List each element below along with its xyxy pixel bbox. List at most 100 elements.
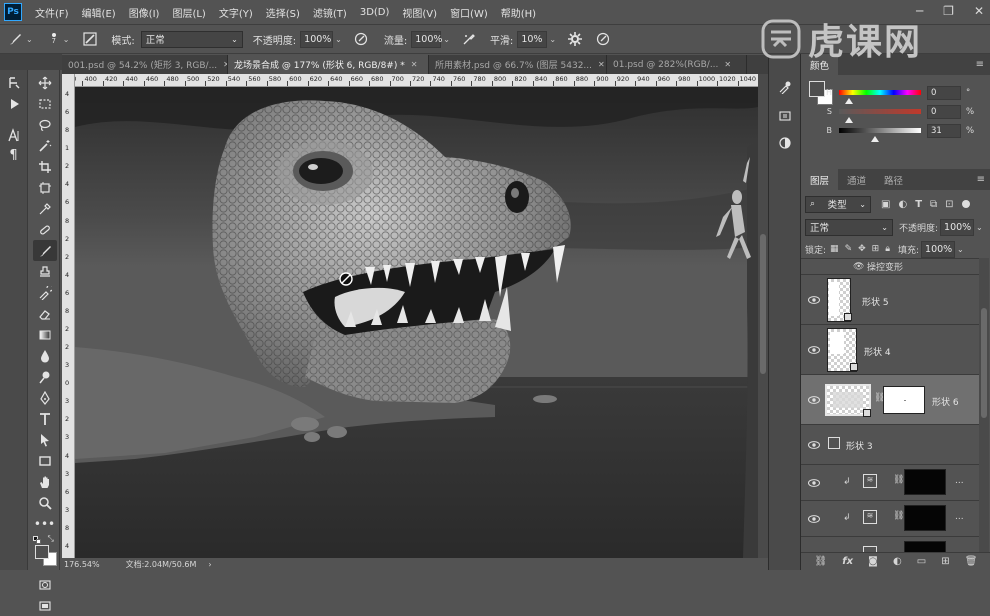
airbrush-icon[interactable] [460, 30, 478, 48]
new-layer-icon[interactable]: ⊞ [941, 556, 949, 567]
rectangle-tool-icon[interactable] [33, 450, 57, 471]
color-panel-icon[interactable] [773, 76, 797, 97]
brush-preset-picker[interactable]: 7 [47, 33, 61, 45]
more-tools-icon[interactable]: ••• [33, 513, 57, 534]
zoom-tool-icon[interactable] [33, 492, 57, 513]
close-icon[interactable]: ✕ [974, 4, 984, 18]
brush-tool-icon[interactable] [32, 240, 57, 261]
history-panel-icon[interactable] [2, 72, 26, 93]
layer-mask-thumbnail[interactable] [904, 469, 946, 495]
default-colors-icon[interactable] [32, 536, 41, 544]
lock-transparent-icon[interactable]: ▦ [830, 244, 839, 254]
link-icon[interactable]: ⛓︎ [893, 475, 904, 485]
path-selection-tool-icon[interactable] [33, 429, 57, 450]
new-adjustment-icon[interactable]: ◐ [893, 556, 902, 567]
brush-tool-icon[interactable] [6, 30, 24, 48]
brush-settings-icon[interactable] [81, 30, 99, 48]
mode-select[interactable]: 正常 ⌄ [140, 30, 243, 48]
gradient-tool-icon[interactable] [33, 324, 57, 345]
healing-brush-tool-icon[interactable] [33, 219, 57, 240]
minimize-icon[interactable]: ─ [916, 4, 923, 18]
menu-layer[interactable]: 图层(L) [172, 5, 205, 20]
crop-tool-icon[interactable] [33, 156, 57, 177]
layer-row-selected[interactable]: ⛓︎ 形状 6 [801, 375, 979, 425]
menu-type[interactable]: 文字(Y) [219, 5, 253, 20]
canvas-image[interactable] [75, 87, 758, 558]
tab-001-psd[interactable]: 001.psd @ 54.2% (矩形 3, RGB/...✕ [62, 55, 228, 74]
character-panel-icon[interactable] [2, 124, 26, 145]
opacity-input[interactable]: 100% [300, 30, 334, 48]
menu-help[interactable]: 帮助(H) [501, 5, 536, 20]
eraser-tool-icon[interactable] [33, 303, 57, 324]
toolbar-grip[interactable] [0, 54, 62, 70]
layer-name[interactable]: 形状 3 [846, 439, 873, 452]
type-tool-icon[interactable] [33, 408, 57, 429]
info-panel-icon[interactable] [773, 105, 797, 126]
add-mask-icon[interactable]: ◙ [868, 556, 878, 567]
menu-select[interactable]: 选择(S) [266, 5, 300, 20]
hue-slider[interactable]: H 0 ° [809, 83, 970, 102]
layer-filter-select[interactable]: ⌕ 类型 ⌄ [805, 195, 871, 213]
lock-all-icon[interactable]: 🔒︎ [885, 244, 890, 254]
layer-row[interactable]: 形状 5 [801, 275, 979, 325]
vertical-ruler[interactable]: 4 6 8 1 2 4 6 8 2 2 4 6 8 2 2 3 0 3 2 3 4 3 6 3 8 4 [62, 74, 75, 558]
pressure-opacity-icon[interactable] [352, 30, 370, 48]
filter-pixel-icon[interactable]: ▣ [881, 199, 890, 210]
brightness-track[interactable] [839, 128, 921, 133]
layer-mask-thumbnail[interactable] [883, 386, 925, 414]
flow-input[interactable]: 100% [411, 30, 442, 48]
filter-adjustment-icon[interactable]: ◐ [898, 199, 907, 210]
dodge-tool-icon[interactable] [33, 366, 57, 387]
menu-filter[interactable]: 滤镜(T) [313, 5, 347, 20]
saturation-marker-icon[interactable] [845, 117, 853, 123]
foreground-swatch[interactable] [34, 545, 49, 559]
lock-pixels-icon[interactable]: ✎ [845, 244, 853, 254]
menu-window[interactable]: 窗口(W) [450, 5, 488, 20]
chevron-down-icon[interactable]: ⌄ [976, 223, 983, 232]
tab-color[interactable]: 颜色 [801, 54, 839, 75]
layer-mask-thumbnail[interactable] [904, 541, 946, 552]
frame-tool-icon[interactable] [33, 177, 57, 198]
hue-track[interactable] [839, 90, 921, 95]
layer-name[interactable]: 形状 5 [862, 295, 889, 308]
menu-image[interactable]: 图像(I) [129, 5, 160, 20]
chevron-down-icon[interactable]: ⌄ [957, 245, 964, 254]
menu-view[interactable]: 视图(V) [402, 5, 437, 20]
eye-icon[interactable] [808, 515, 820, 523]
close-icon[interactable]: ✕ [411, 60, 418, 69]
saturation-value[interactable]: 0 [927, 104, 961, 119]
vertical-scrollbar[interactable] [758, 74, 768, 558]
chevron-down-icon[interactable]: ⌄ [63, 35, 70, 44]
eye-icon[interactable]: 👁︎ [853, 262, 864, 272]
hand-tool-icon[interactable] [33, 471, 57, 492]
layer-mask-thumbnail[interactable] [904, 505, 946, 531]
blend-mode-select[interactable]: 正常 ⌄ [805, 218, 893, 236]
paragraph-panel-icon[interactable]: ¶ [2, 145, 26, 166]
document-canvas[interactable] [75, 87, 758, 558]
magic-wand-tool-icon[interactable] [33, 135, 57, 156]
gear-icon[interactable] [566, 30, 584, 48]
restore-icon[interactable]: ❐ [943, 4, 954, 18]
lock-artboard-icon[interactable]: ⊞ [872, 244, 880, 254]
brightness-slider[interactable]: B 31 % [809, 121, 974, 140]
eye-icon[interactable] [808, 441, 820, 449]
panel-menu-icon[interactable]: ≡ [976, 59, 984, 70]
smart-filter-entry[interactable]: 👁︎ 操控变形 [801, 259, 979, 275]
scroll-thumb[interactable] [760, 234, 766, 374]
brightness-value[interactable]: 31 [927, 123, 961, 138]
screen-mode-icon[interactable] [33, 595, 57, 616]
hue-value[interactable]: 0 [927, 85, 961, 100]
link-icon[interactable]: ⛓︎ [893, 511, 904, 521]
eye-icon[interactable] [808, 479, 820, 487]
move-tool-icon[interactable] [33, 72, 57, 93]
tab-dragon-scene[interactable]: 龙场景合成 @ 177% (形状 6, RGB/8#) * ✕ [228, 55, 429, 74]
fill-input[interactable]: 100% [921, 240, 956, 258]
link-layers-icon[interactable]: ⛓︎ [815, 556, 828, 567]
brightness-marker-icon[interactable] [871, 136, 879, 142]
adjustments-panel-icon[interactable] [773, 132, 797, 153]
filter-smart-object-icon[interactable]: ⊡ [945, 199, 953, 210]
saturation-slider[interactable]: S 0 % [809, 102, 974, 121]
close-icon[interactable]: ✕ [724, 60, 731, 69]
trash-icon[interactable]: 🗑︎ [965, 556, 978, 567]
layer-name[interactable]: 形状 6 [932, 395, 959, 408]
